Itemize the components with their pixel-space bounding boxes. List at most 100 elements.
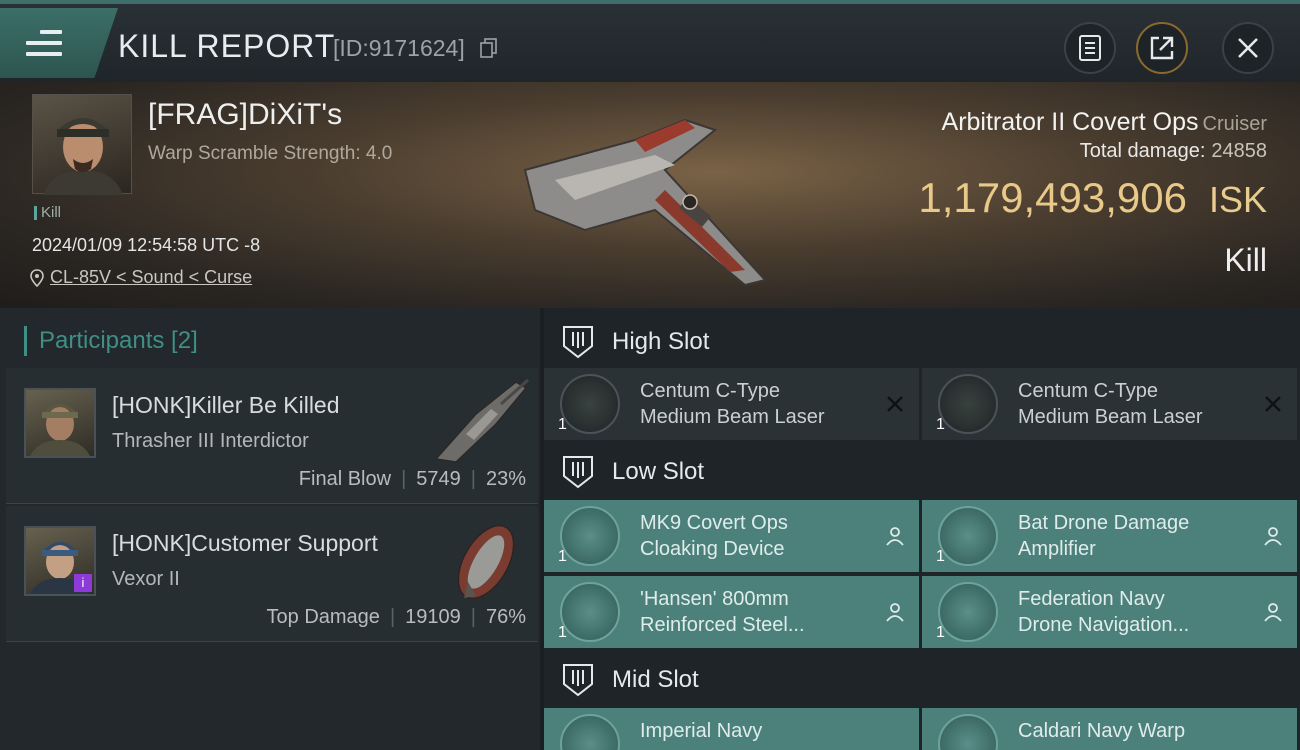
- kill-banner: [FRAG]DiXiT's Warp Scramble Strength: 4.…: [0, 82, 1300, 308]
- participant-damage: 5749: [416, 468, 461, 490]
- participant-ship: Vexor II: [112, 568, 180, 590]
- location-link[interactable]: CL-85V < Sound < Curse: [30, 267, 252, 288]
- location-pin-icon: [30, 268, 44, 287]
- total-damage-value: 24858: [1211, 140, 1267, 162]
- module-slot[interactable]: 1 'Hansen' 800mm Reinforced Steel...: [544, 576, 919, 648]
- high-slot-icon: [563, 326, 593, 359]
- module-name: 'Hansen' 800mm: [640, 588, 789, 610]
- isk-value-line: 1,179,493,906 ISK: [918, 174, 1267, 222]
- destroyed-icon: [887, 396, 903, 412]
- module-name: Federation Navy: [1018, 588, 1165, 610]
- mid-slot-icon: [563, 664, 593, 697]
- module-slot[interactable]: 1 Federation Navy Drone Navigation...: [922, 576, 1297, 648]
- close-icon: [1238, 38, 1258, 58]
- module-name: MK9 Covert Ops: [640, 512, 788, 534]
- victim-portrait[interactable]: [32, 94, 132, 195]
- participant-ship: Thrasher III Interdictor: [112, 430, 309, 452]
- cloaking-device-icon: [560, 506, 620, 566]
- drone-damage-amplifier-icon: [938, 506, 998, 566]
- copy-icon[interactable]: [480, 38, 498, 58]
- high-slot-header: High Slot: [544, 314, 1300, 370]
- module-slot[interactable]: 1 Centum C-Type Medium Beam Laser: [922, 368, 1297, 440]
- module-name-line2: Reinforced Steel...: [640, 614, 805, 636]
- participants-panel: Participants [2] [HONK]Killer Be Killed …: [0, 308, 540, 750]
- location-text: CL-85V < Sound < Curse: [50, 267, 253, 287]
- module-name: Centum C-Type: [1018, 380, 1159, 402]
- participant-card[interactable]: [HONK]Killer Be Killed Thrasher III Inte…: [6, 368, 538, 504]
- total-damage-line: Total damage: 24858: [1080, 140, 1267, 163]
- isk-value: 1,179,493,906: [918, 174, 1187, 221]
- low-slot-icon: [563, 456, 593, 489]
- person-icon: [1264, 527, 1282, 546]
- header-bar: KILL REPORT [ID:9171624]: [0, 0, 1300, 82]
- beam-laser-icon: [938, 374, 998, 434]
- module-quantity: 1: [558, 416, 567, 433]
- participant-name: [HONK]Customer Support: [112, 530, 378, 556]
- module-quantity: 1: [936, 548, 945, 565]
- participant-ship-image: [457, 524, 515, 600]
- module-quantity: 1: [558, 624, 567, 641]
- menu-tab[interactable]: [0, 8, 118, 78]
- module-name: Centum C-Type: [640, 380, 781, 402]
- participant-damage: 19109: [405, 606, 461, 628]
- module-slot[interactable]: 1 MK9 Covert Ops Cloaking Device: [544, 500, 919, 572]
- low-slot-header: Low Slot: [544, 444, 1300, 500]
- module-slot[interactable]: Caldari Navy Warp: [922, 708, 1297, 750]
- close-button[interactable]: [1222, 22, 1274, 74]
- module-name-line2: Drone Navigation...: [1018, 614, 1190, 636]
- info-badge-icon: i: [74, 574, 92, 592]
- kill-id: [ID:9171624]: [333, 35, 465, 61]
- module-slot[interactable]: Imperial Navy: [544, 708, 919, 750]
- kill-result: Kill: [1224, 242, 1267, 278]
- report-button[interactable]: [1064, 22, 1116, 74]
- clipboard-icon: [1079, 35, 1101, 61]
- mid-slot-title: Mid Slot: [612, 666, 699, 693]
- module-name: Caldari Navy Warp: [1018, 720, 1186, 742]
- module-quantity: 1: [936, 624, 945, 641]
- victim-ship-image: [523, 118, 767, 287]
- participant-avatar: i: [24, 526, 96, 596]
- menu-icon[interactable]: [26, 30, 62, 60]
- module-slot[interactable]: 1 Bat Drone Damage Amplifier: [922, 500, 1297, 572]
- isk-unit: ISK: [1208, 179, 1267, 220]
- participant-card[interactable]: i [HONK]Customer Support Vexor II Top Da…: [6, 506, 538, 642]
- victim-avatar: [43, 118, 123, 195]
- participant-stats: Final Blow | 5749 | 23%: [298, 468, 526, 490]
- kill-tag: Kill: [34, 205, 61, 220]
- drone-navigation-icon: [938, 582, 998, 642]
- module-name-line2: Amplifier: [1018, 538, 1096, 560]
- destroyed-icon: [1265, 396, 1281, 412]
- share-icon: [1150, 36, 1174, 60]
- module-quantity: 1: [558, 548, 567, 565]
- module-icon: [560, 714, 620, 750]
- person-icon: [1264, 603, 1282, 622]
- share-button[interactable]: [1136, 22, 1188, 74]
- module-name-line2: Medium Beam Laser: [1018, 406, 1203, 428]
- participant-name: [HONK]Killer Be Killed: [112, 392, 340, 418]
- beam-laser-icon: [560, 374, 620, 434]
- module-name-line2: Medium Beam Laser: [640, 406, 825, 428]
- participant-role: Final Blow: [298, 468, 392, 490]
- fittings-panel: High Slot 1 Centum C-Type Medium Beam La…: [544, 308, 1300, 750]
- participant-stats: Top Damage | 19109 | 76%: [266, 606, 526, 628]
- person-icon: [886, 527, 904, 546]
- participant-percent: 23%: [485, 468, 526, 490]
- ship-name[interactable]: Arbitrator II Covert Ops: [942, 108, 1199, 136]
- kill-timestamp: 2024/01/09 12:54:58 UTC -8: [32, 235, 261, 255]
- ship-class: Cruiser: [1202, 113, 1267, 135]
- participant-avatar: [24, 388, 96, 458]
- module-icon: [938, 714, 998, 750]
- module-name: Imperial Navy: [640, 720, 763, 742]
- participant-role: Top Damage: [266, 606, 380, 628]
- victim-name[interactable]: [FRAG]DiXiT's: [148, 98, 342, 132]
- high-slot-title: High Slot: [612, 328, 710, 355]
- mid-slot-header: Mid Slot: [544, 652, 1300, 708]
- participant-percent: 76%: [485, 606, 526, 628]
- page-title: KILL REPORT: [118, 28, 336, 64]
- module-name: Bat Drone Damage: [1018, 512, 1190, 534]
- module-quantity: 1: [936, 416, 945, 433]
- low-slot-title: Low Slot: [612, 458, 705, 485]
- module-slot[interactable]: 1 Centum C-Type Medium Beam Laser: [544, 368, 919, 440]
- person-icon: [886, 603, 904, 622]
- warp-scramble-strength: Warp Scramble Strength: 4.0: [148, 143, 393, 164]
